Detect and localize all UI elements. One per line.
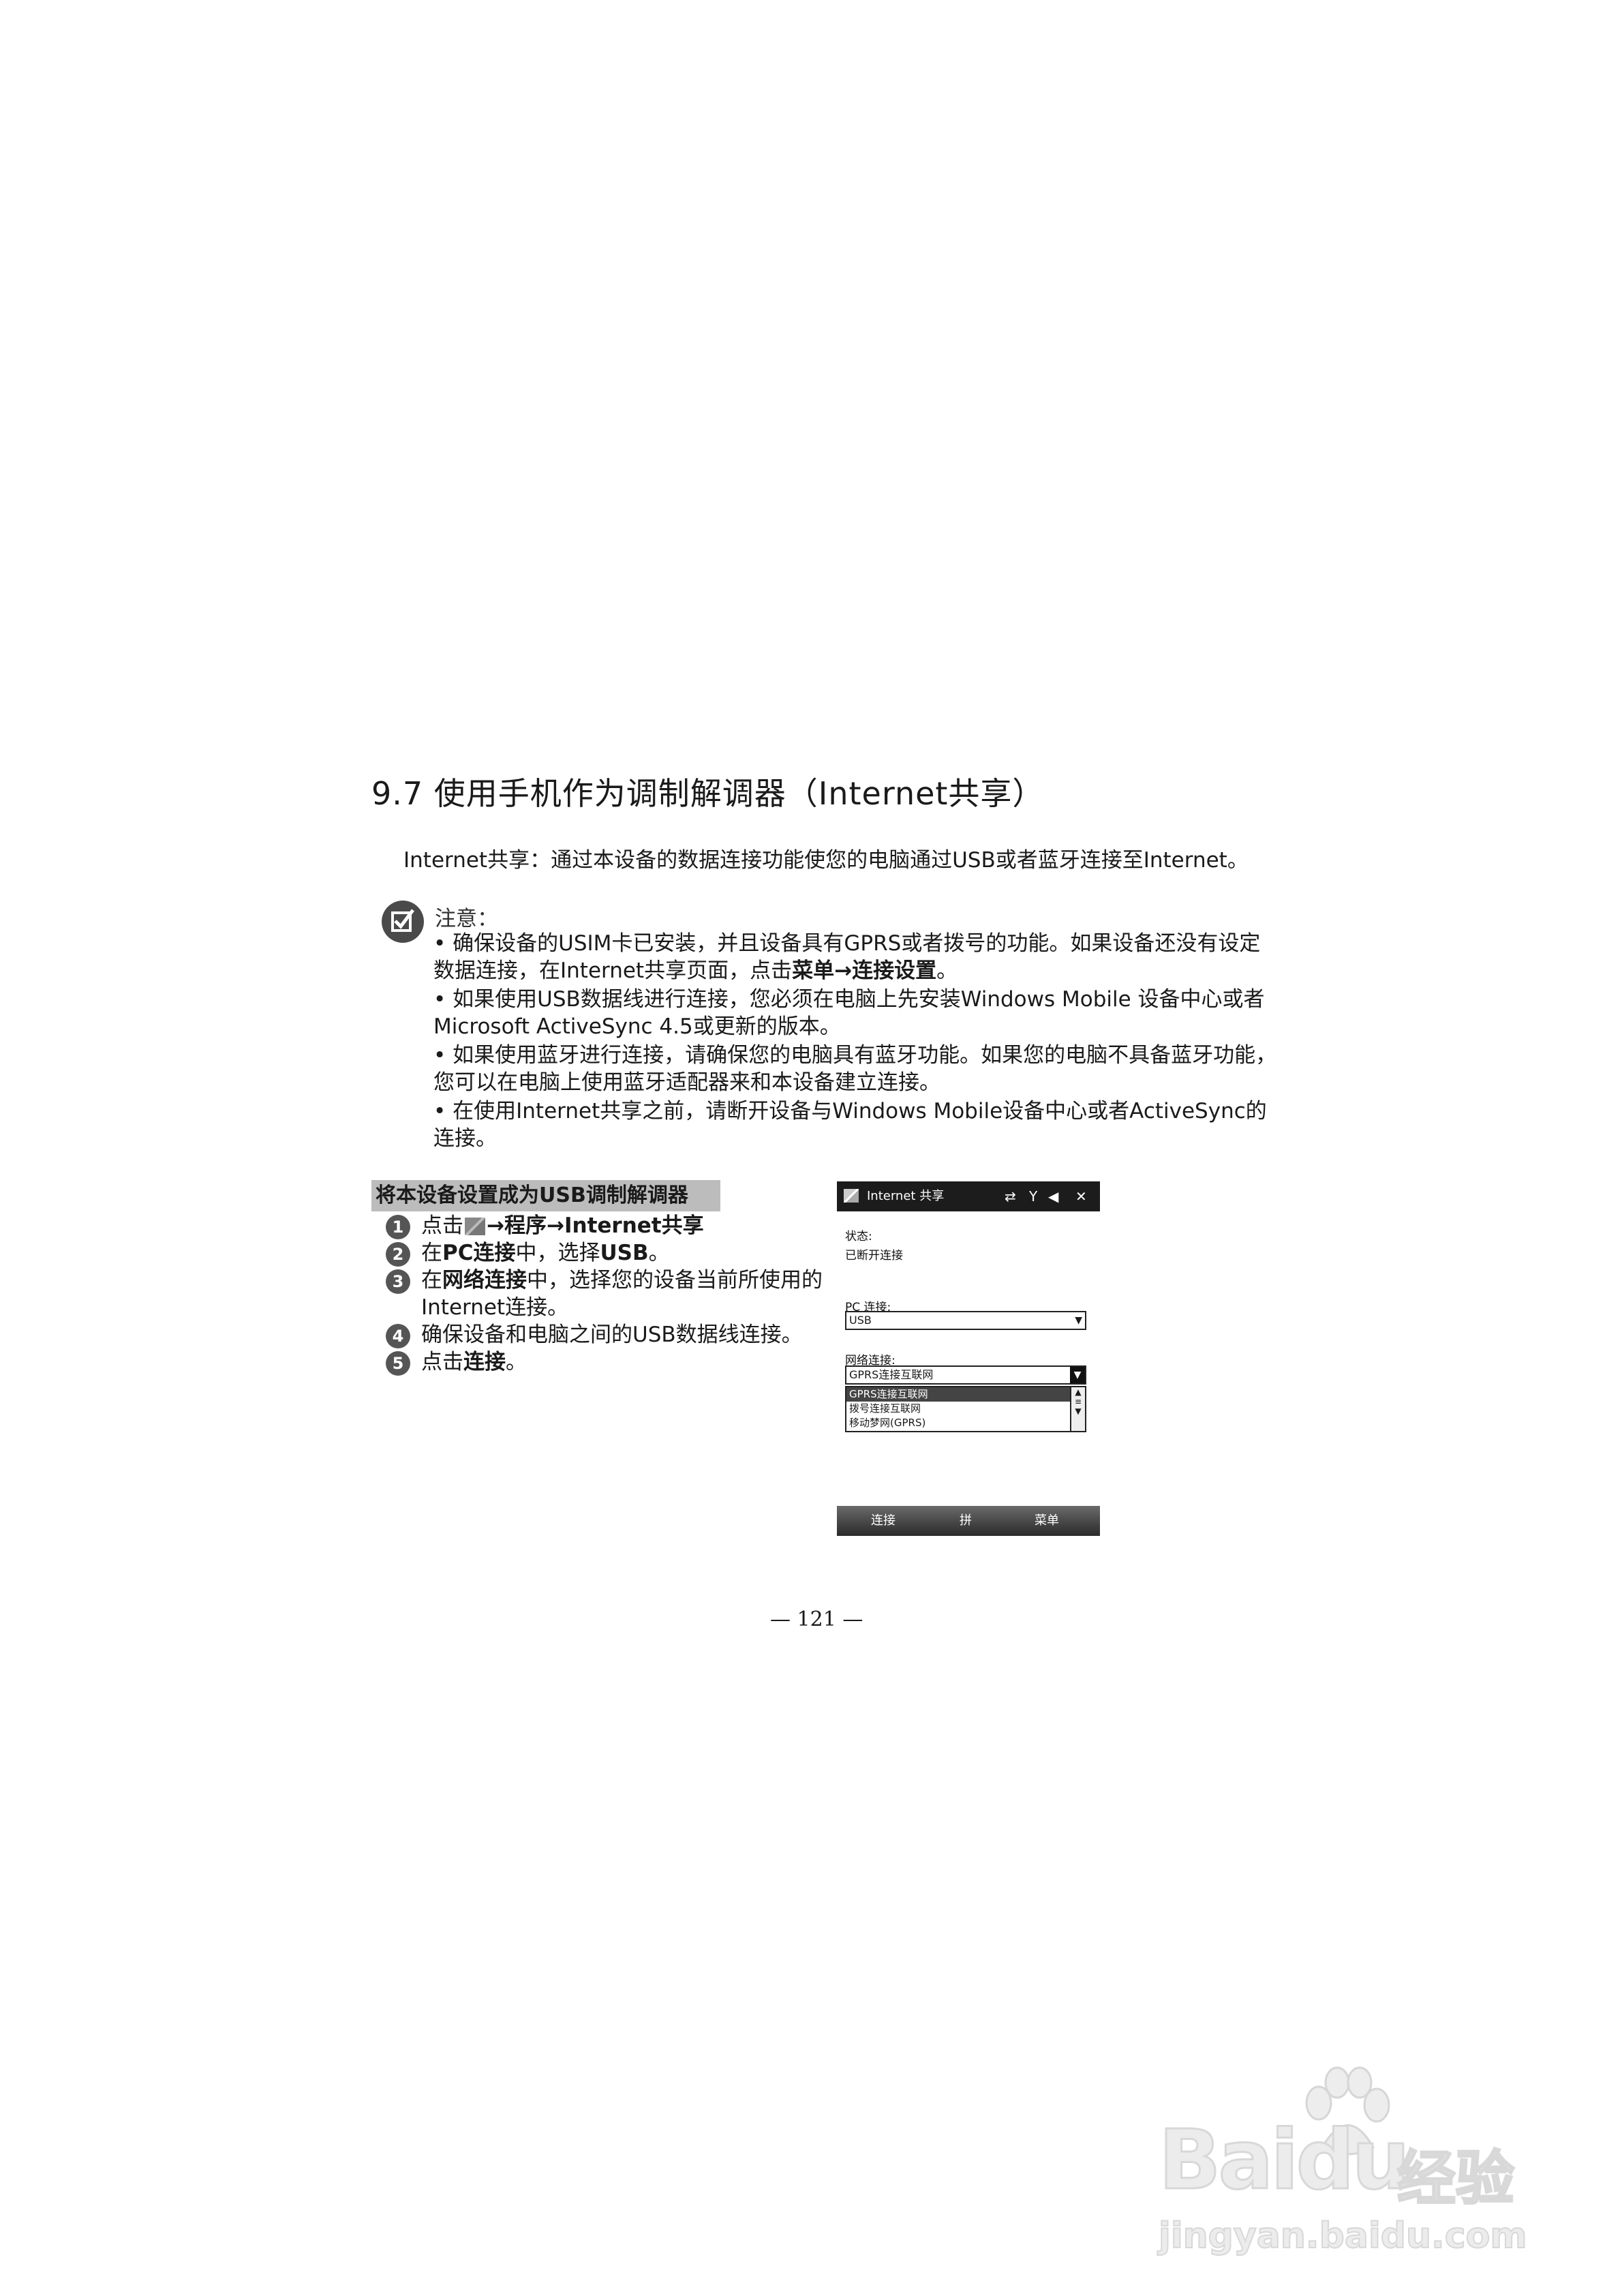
step-bold: 网络连接 — [442, 1268, 527, 1293]
dropdown-scrollbar[interactable]: ▲ ≡ ▼ — [1070, 1387, 1085, 1431]
note-list: • 确保设备的USIM卡已安装，并且设备具有GPRS或者拨号的功能。如果设备还没… — [433, 930, 1279, 1153]
watermark-brand: Baidu — [1158, 2113, 1411, 2209]
note-label: 注意： — [435, 907, 498, 931]
phone-title: Internet 共享 — [867, 1189, 945, 1203]
phone-title-bar: Internet 共享 ⇄ Y ◀ ✕ — [837, 1181, 1100, 1211]
note-item: • 如果使用蓝牙进行连接，请确保您的电脑具有蓝牙功能。如果您的电脑不具备蓝牙功能… — [433, 1043, 1277, 1095]
phone-screenshot: Internet 共享 ⇄ Y ◀ ✕ 状态: 已断开连接 PC 连接: USB… — [837, 1181, 1100, 1536]
steps-list: 1 点击 →程序→Internet共享 2 在PC连接中，选择USB。 3 在网络… — [386, 1212, 829, 1376]
windows-start-icon — [465, 1218, 485, 1235]
step-item: 3 在网络连接中，选择您的设备当前所使用的Internet连接。 — [386, 1267, 829, 1321]
close-icon[interactable]: ✕ — [1075, 1181, 1087, 1211]
connect-softkey[interactable]: 连接 — [871, 1506, 896, 1536]
step-number: 4 — [386, 1324, 410, 1348]
watermark-cn: 经验 — [1396, 2144, 1516, 2214]
checkbox-note-icon — [382, 901, 424, 943]
network-dropdown-list[interactable]: GPRS连接互联网 拨号连接互联网 移动梦网(GPRS) ▲ ≡ ▼ — [845, 1386, 1086, 1432]
step-bold: 连接 — [463, 1350, 506, 1374]
network-connection-value: GPRS连接互联网 — [849, 1368, 934, 1381]
status-value: 已断开连接 — [845, 1249, 903, 1263]
arrow-icon: → — [834, 958, 853, 983]
note-item: • 在使用Internet共享之前，请断开设备与Windows Mobile设备… — [433, 1099, 1267, 1151]
windows-start-icon[interactable] — [844, 1189, 859, 1203]
step-bold: 程序 — [504, 1213, 547, 1238]
step-number: 3 — [386, 1269, 410, 1294]
soft-key-bar: 连接 拼 菜单 — [837, 1506, 1100, 1536]
step-text: 在 — [421, 1268, 442, 1293]
network-connection-select[interactable]: GPRS连接互联网 ▼ — [845, 1365, 1086, 1385]
step-text: 在 — [421, 1241, 442, 1265]
dropdown-option[interactable]: GPRS连接互联网 — [846, 1387, 1085, 1402]
note-bold-menu: 菜单 — [792, 958, 835, 983]
note-item: • 如果使用USB数据线进行连接，您必须在电脑上先安装Windows Mobil… — [433, 987, 1265, 1039]
note-text: 。 — [936, 958, 958, 983]
step-text: 。 — [506, 1350, 527, 1374]
step-number: 1 — [386, 1215, 410, 1239]
step-bold: Internet共享 — [564, 1213, 704, 1238]
step-text: 。 — [648, 1241, 670, 1265]
baidu-jingyan-watermark: Baidu 经验 jingyan.baidu.com — [1152, 2059, 1533, 2263]
volume-icon[interactable]: ◀ — [1048, 1181, 1058, 1211]
section-title: 9.7 使用手机作为调制解调器（Internet共享） — [371, 775, 1045, 812]
step-item: 5 点击连接。 — [386, 1348, 829, 1376]
dropdown-option[interactable]: 拨号连接互联网 — [846, 1402, 1085, 1416]
steps-header: 将本设备设置成为USB调制解调器 — [371, 1180, 720, 1211]
chevron-down-icon[interactable]: ▼ — [1070, 1367, 1085, 1383]
step-item: 4 确保设备和电脑之间的USB数据线连接。 — [386, 1321, 829, 1348]
input-method-icon[interactable]: 拼 — [960, 1506, 972, 1536]
watermark-url: jingyan.baidu.com — [1158, 2215, 1528, 2257]
status-label: 状态: — [845, 1230, 872, 1243]
sync-icon[interactable]: ⇄ — [1005, 1181, 1016, 1211]
signal-icon[interactable]: Y — [1029, 1181, 1037, 1211]
step-text: 中，选择 — [515, 1241, 600, 1265]
step-item: 1 点击 →程序→Internet共享 — [386, 1212, 829, 1239]
step-text: 确保设备和电脑之间的USB数据线连接。 — [421, 1323, 803, 1347]
menu-softkey[interactable]: 菜单 — [1035, 1506, 1059, 1536]
step-number: 5 — [386, 1351, 410, 1376]
pc-connection-select[interactable]: USB ▼ — [845, 1311, 1086, 1330]
step-bold: PC连接 — [442, 1241, 516, 1265]
note-bold-settings: 连接设置 — [852, 958, 937, 983]
step-text: 点击 — [421, 1213, 463, 1238]
page-number: — 121 — — [770, 1607, 863, 1631]
step-item: 2 在PC连接中，选择USB。 — [386, 1239, 829, 1267]
intro-text: Internet共享：通过本设备的数据连接功能使您的电脑通过USB或者蓝牙连接至… — [403, 848, 1249, 873]
pc-connection-value: USB — [849, 1314, 872, 1327]
step-number: 2 — [386, 1242, 410, 1267]
note-item: • 确保设备的USIM卡已安装，并且设备具有GPRS或者拨号的功能。如果设备还没… — [433, 930, 1279, 984]
dropdown-option[interactable]: 移动梦网(GPRS) — [846, 1416, 1085, 1430]
arrow-icon: → — [487, 1213, 504, 1238]
arrow-icon: → — [546, 1213, 564, 1238]
step-text: 点击 — [421, 1350, 463, 1374]
chevron-down-icon[interactable]: ▼ — [1075, 1312, 1082, 1329]
step-bold: USB — [600, 1241, 649, 1265]
